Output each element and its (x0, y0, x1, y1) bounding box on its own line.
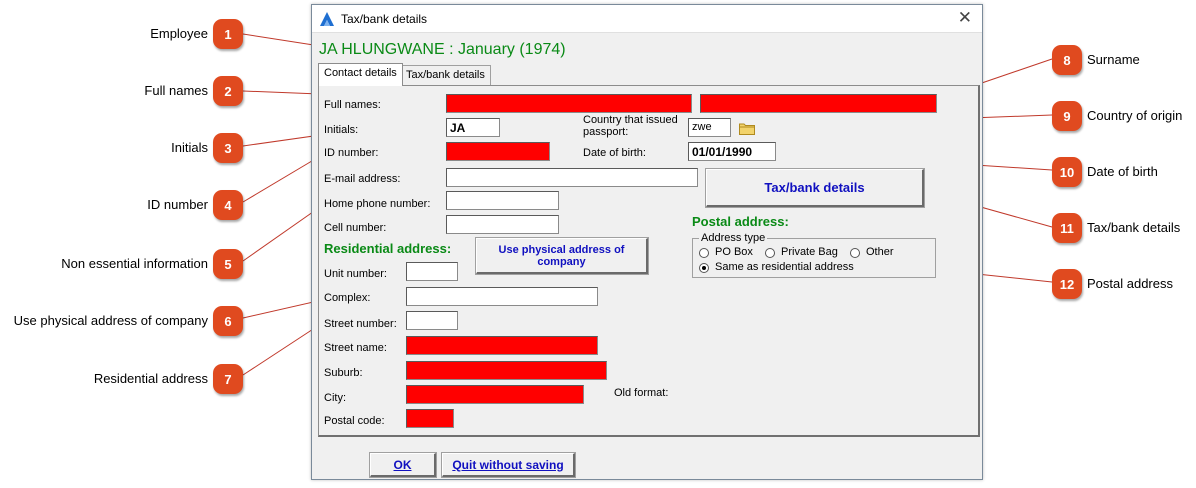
callout-label-4: ID number (147, 197, 208, 212)
callout-badge-3: 3 (213, 133, 243, 163)
callout-badge-4: 4 (213, 190, 243, 220)
suburb-input[interactable] (406, 361, 607, 380)
surname-input[interactable] (700, 94, 937, 113)
callout-badge-7: 7 (213, 364, 243, 394)
postal-code-input[interactable] (406, 409, 454, 428)
city-label: City: (324, 392, 346, 404)
dob-input[interactable]: 01/01/1990 (688, 142, 776, 161)
cell-number-input[interactable] (446, 215, 559, 234)
use-physical-address-line2: company (537, 255, 586, 268)
initials-input[interactable]: JA (446, 118, 500, 137)
passport-country-label-line1: Country that issued (583, 114, 678, 126)
address-type-legend: Address type (699, 232, 768, 244)
radio-po-box-label: PO Box (715, 246, 753, 258)
callout-label-7: Residential address (93, 371, 208, 386)
home-phone-input[interactable] (446, 191, 559, 210)
tab-contact-details[interactable]: Contact details (318, 63, 403, 86)
dob-label: Date of birth: (583, 147, 646, 159)
folder-icon[interactable] (739, 122, 755, 135)
callout-badge-11: 11 (1052, 213, 1082, 243)
use-physical-address-line1: Use physical address of (498, 243, 625, 256)
callout-label-5: Non essential information (61, 256, 208, 271)
street-name-input[interactable] (406, 336, 598, 355)
full-names-label: Full names: (324, 99, 381, 111)
address-type-group: Address type PO Box Private Bag Other Sa… (692, 232, 936, 278)
employee-heading: JA HLUNGWANE : January (1974) (319, 41, 566, 58)
ok-button[interactable]: OK (369, 452, 437, 478)
tax-bank-details-button[interactable]: Tax/bank details (705, 168, 925, 208)
unit-number-input[interactable] (406, 262, 458, 281)
email-input[interactable] (446, 168, 698, 187)
home-phone-label: Home phone number: (324, 198, 431, 210)
complex-input[interactable] (406, 287, 598, 306)
full-names-input[interactable] (446, 94, 692, 113)
radio-same-as-residential-label: Same as residential address (715, 261, 854, 273)
passport-country-input[interactable]: zwe (688, 118, 731, 137)
tab-tax-bank-details[interactable]: Tax/bank details (400, 65, 491, 86)
callout-label-6: Use physical address of company (13, 313, 208, 328)
radio-other[interactable] (850, 248, 860, 258)
quit-without-saving-button[interactable]: Quit without saving (441, 452, 576, 478)
tax-bank-dialog: Tax/bank details ✕ JA HLUNGWANE : Januar… (311, 4, 983, 480)
postal-code-label: Postal code: (324, 415, 385, 427)
callout-badge-9: 9 (1052, 101, 1082, 131)
callout-label-12: Postal address (1087, 276, 1173, 291)
cell-number-label: Cell number: (324, 222, 387, 234)
radio-po-box[interactable] (699, 248, 709, 258)
email-label: E-mail address: (324, 173, 401, 185)
callout-label-8: Surname (1087, 52, 1140, 67)
radio-private-bag-label: Private Bag (781, 246, 838, 258)
street-number-label: Street number: (324, 318, 397, 330)
callout-badge-5: 5 (213, 249, 243, 279)
use-physical-address-button[interactable]: Use physical address of company (475, 237, 649, 275)
city-input[interactable] (406, 385, 584, 404)
radio-private-bag[interactable] (765, 248, 775, 258)
street-number-input[interactable] (406, 311, 458, 330)
street-name-label: Street name: (324, 342, 387, 354)
id-number-input[interactable] (446, 142, 550, 161)
callout-label-3: Initials (171, 140, 208, 155)
close-icon[interactable]: ✕ (958, 9, 972, 27)
callout-badge-1: 1 (213, 19, 243, 49)
id-number-label: ID number: (324, 147, 379, 159)
window-title: Tax/bank details (341, 12, 428, 26)
callout-badge-10: 10 (1052, 157, 1082, 187)
initials-label: Initials: (324, 124, 359, 136)
contact-details-panel: Full names: Initials: JA Country that is… (318, 85, 980, 437)
title-bar[interactable]: Tax/bank details ✕ (312, 5, 982, 33)
passport-country-label-line2: passport: (583, 126, 629, 138)
callout-label-10: Date of birth (1087, 164, 1158, 179)
callout-badge-8: 8 (1052, 45, 1082, 75)
radio-other-label: Other (866, 246, 894, 258)
callout-badge-6: 6 (213, 306, 243, 336)
callout-badge-2: 2 (213, 76, 243, 106)
suburb-label: Suburb: (324, 367, 363, 379)
unit-number-label: Unit number: (324, 268, 387, 280)
callout-badge-12: 12 (1052, 269, 1082, 299)
callout-label-1: Employee (150, 26, 208, 41)
postal-address-heading: Postal address: (692, 214, 789, 229)
callout-label-9: Country of origin (1087, 108, 1183, 123)
radio-same-as-residential[interactable] (699, 263, 709, 273)
old-format-label: Old format: (614, 387, 669, 399)
callout-label-2: Full names (144, 83, 208, 98)
residential-address-heading: Residential address: (324, 241, 452, 256)
app-icon (320, 12, 334, 26)
callout-label-11: Tax/bank details (1087, 220, 1181, 235)
complex-label: Complex: (324, 292, 371, 304)
